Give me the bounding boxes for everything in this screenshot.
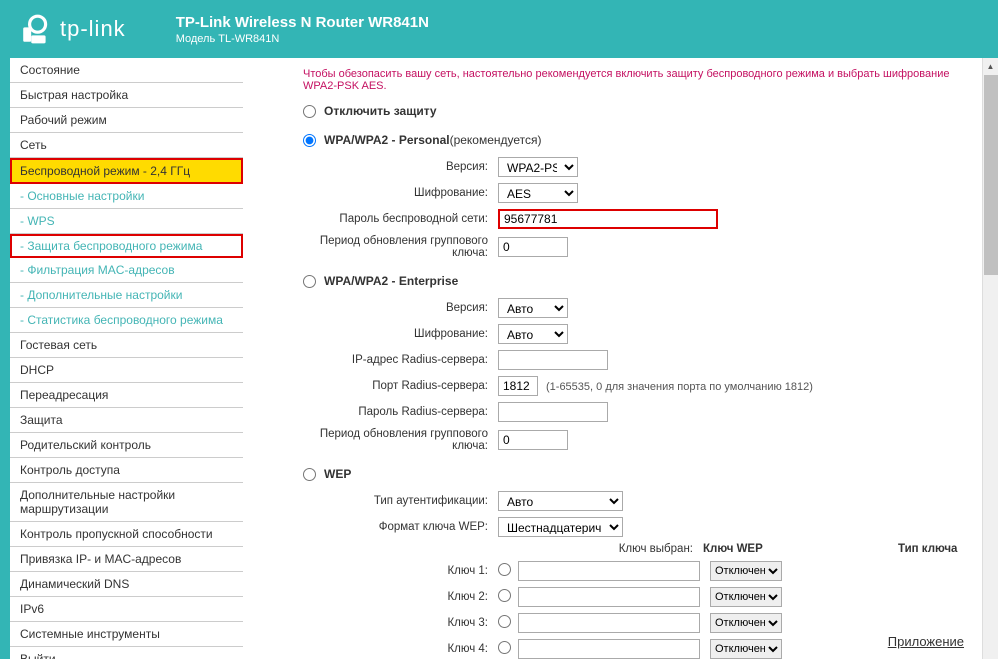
header-text: TP-Link Wireless N Router WR841N Модель …: [176, 14, 429, 45]
personal-period-input[interactable]: [498, 237, 568, 257]
sidebar-item-basic[interactable]: - Основные настройки: [10, 184, 243, 209]
product-title: TP-Link Wireless N Router WR841N: [176, 14, 429, 31]
sidebar-item-wireless-security[interactable]: - Защита беспроводного режима: [10, 234, 243, 258]
recommended-label: (рекомендуется): [450, 133, 542, 147]
tplink-logo-icon: [20, 13, 52, 45]
wep-key4-radio[interactable]: [498, 641, 511, 654]
sidebar-item-routing[interactable]: Дополнительные настройки маршрутизации: [10, 483, 243, 522]
wep-key3-label: Ключ 3:: [303, 617, 498, 629]
sidebar-item-mode[interactable]: Рабочий режим: [10, 108, 243, 133]
sidebar-item-quick-setup[interactable]: Быстрая настройка: [10, 83, 243, 108]
radius-port-input[interactable]: [498, 376, 538, 396]
ent-port-label: Порт Radius-сервера:: [303, 380, 498, 392]
wep-auth-select[interactable]: Авто: [498, 491, 623, 511]
radio-wpa-enterprise[interactable]: [303, 275, 316, 288]
sidebar-item-system-tools[interactable]: Системные инструменты: [10, 622, 243, 647]
wep-key2-radio[interactable]: [498, 589, 511, 602]
wep-label: WEP: [324, 467, 351, 481]
radius-ip-input[interactable]: [498, 350, 608, 370]
app-link[interactable]: Приложение: [888, 634, 964, 649]
wep-key2-label: Ключ 2:: [303, 591, 498, 603]
personal-enc-label: Шифрование:: [303, 187, 498, 199]
sidebar-item-ip-mac-bind[interactable]: Привязка IP- и MAC-адресов: [10, 547, 243, 572]
wep-key2-type-select[interactable]: Отключено: [710, 587, 782, 607]
sidebar-item-ddns[interactable]: Динамический DNS: [10, 572, 243, 597]
ent-period-input[interactable]: [498, 430, 568, 450]
wep-key1-radio[interactable]: [498, 563, 511, 576]
sidebar-item-dhcp[interactable]: DHCP: [10, 358, 243, 383]
sidebar-item-ipv6[interactable]: IPv6: [10, 597, 243, 622]
sidebar-item-forwarding[interactable]: Переадресация: [10, 383, 243, 408]
wep-format-label: Формат ключа WEP:: [303, 521, 498, 533]
sidebar-nav: Состояние Быстрая настройка Рабочий режи…: [10, 58, 243, 659]
disable-security-label: Отключить защиту: [324, 104, 437, 118]
wpa-personal-label: WPA/WPA2 - Personal: [324, 133, 450, 147]
wep-key-col-header: Ключ WEP: [703, 543, 898, 555]
sidebar-item-advanced[interactable]: - Дополнительные настройки: [10, 283, 243, 308]
sidebar-item-network[interactable]: Сеть: [10, 133, 243, 158]
wep-key4-input[interactable]: [518, 639, 700, 659]
personal-version-select[interactable]: WPA2-PSK: [498, 157, 578, 177]
sidebar-item-wps[interactable]: - WPS: [10, 209, 243, 234]
brand-logo: tp-link: [20, 13, 126, 45]
scroll-up-arrow-icon[interactable]: ▲: [984, 58, 998, 74]
radio-wep[interactable]: [303, 468, 316, 481]
wep-key3-type-select[interactable]: Отключено: [710, 613, 782, 633]
radius-password-input[interactable]: [498, 402, 608, 422]
sidebar-item-bandwidth[interactable]: Контроль пропускной способности: [10, 522, 243, 547]
sidebar-item-guest[interactable]: Гостевая сеть: [10, 333, 243, 358]
wep-key4-type-select[interactable]: Отключено: [710, 639, 782, 659]
wep-key3-input[interactable]: [518, 613, 700, 633]
scroll-thumb[interactable]: [984, 75, 998, 275]
sidebar-item-security[interactable]: Защита: [10, 408, 243, 433]
wpa-enterprise-label: WPA/WPA2 - Enterprise: [324, 274, 458, 288]
vertical-scrollbar[interactable]: ▲: [982, 58, 998, 659]
personal-version-label: Версия:: [303, 161, 498, 173]
brand-text: tp-link: [60, 16, 126, 42]
sidebar-item-wireless-24[interactable]: Беспроводной режим - 2,4 ГГц: [10, 158, 243, 184]
app-header: tp-link TP-Link Wireless N Router WR841N…: [0, 0, 998, 58]
personal-period-label: Период обновления группового ключа:: [303, 235, 498, 259]
ent-version-label: Версия:: [303, 302, 498, 314]
wep-key1-type-select[interactable]: Отключено: [710, 561, 782, 581]
radius-port-hint: (1-65535, 0 для значения порта по умолча…: [546, 381, 813, 393]
wep-key3-radio[interactable]: [498, 615, 511, 628]
sidebar-item-parental[interactable]: Родительский контроль: [10, 433, 243, 458]
ent-version-select[interactable]: Авто: [498, 298, 568, 318]
ent-pwd-label: Пароль Radius-сервера:: [303, 406, 498, 418]
personal-enc-select[interactable]: AES: [498, 183, 578, 203]
sidebar-item-status[interactable]: Состояние: [10, 58, 243, 83]
main-content: Чтобы обезопасить вашу сеть, настоятельн…: [243, 58, 998, 659]
wireless-password-input[interactable]: [498, 209, 718, 229]
wep-key1-label: Ключ 1:: [303, 565, 498, 577]
sidebar-item-wireless-stats[interactable]: - Статистика беспроводного режима: [10, 308, 243, 333]
wep-sel-label: Ключ выбран:: [508, 543, 703, 555]
wep-type-col-header: Тип ключа: [898, 543, 968, 555]
personal-pwd-label: Пароль беспроводной сети:: [303, 213, 498, 225]
sidebar-item-logout[interactable]: Выйти: [10, 647, 243, 659]
left-accent-bar: [0, 58, 10, 659]
ent-ip-label: IP-адрес Radius-сервера:: [303, 354, 498, 366]
ent-enc-select[interactable]: Авто: [498, 324, 568, 344]
wep-auth-label: Тип аутентификации:: [303, 495, 498, 507]
wep-format-select[interactable]: Шестнадцатеричный: [498, 517, 623, 537]
sidebar-item-access-control[interactable]: Контроль доступа: [10, 458, 243, 483]
wep-key4-label: Ключ 4:: [303, 643, 498, 655]
security-warning: Чтобы обезопасить вашу сеть, настоятельн…: [303, 68, 973, 92]
radio-disable-security[interactable]: [303, 105, 316, 118]
radio-wpa-personal[interactable]: [303, 134, 316, 147]
sidebar-item-mac-filter[interactable]: - Фильтрация MAC-адресов: [10, 258, 243, 283]
wep-key1-input[interactable]: [518, 561, 700, 581]
product-model: Модель TL-WR841N: [176, 33, 429, 45]
ent-period-label: Период обновления группового ключа:: [303, 428, 498, 452]
wep-key2-input[interactable]: [518, 587, 700, 607]
ent-enc-label: Шифрование:: [303, 328, 498, 340]
